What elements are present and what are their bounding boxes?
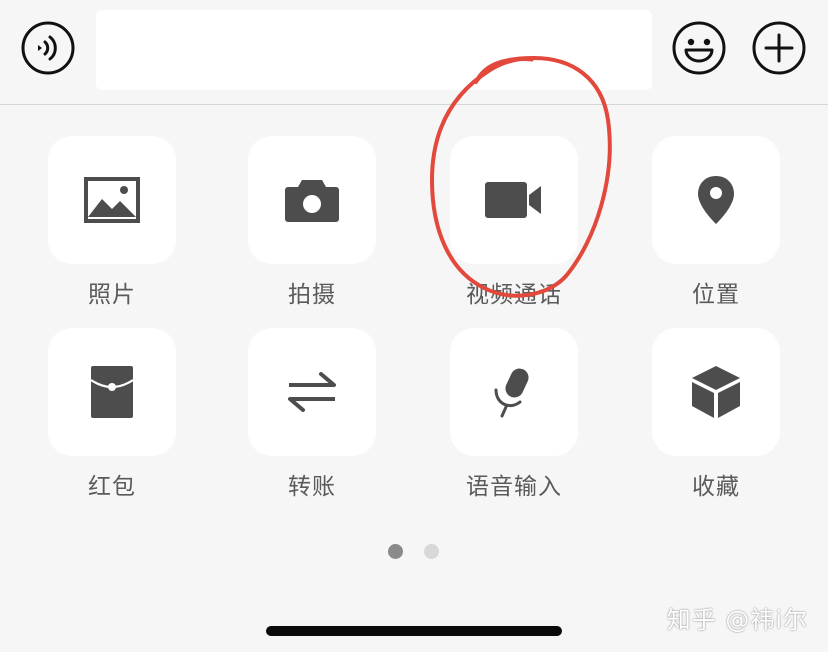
microphone-icon bbox=[494, 368, 529, 418]
transfer-tile[interactable] bbox=[248, 328, 376, 456]
emoji-smile-icon bbox=[672, 21, 726, 75]
chat-more-panel-screen: 照片 拍摄 视频通话 位置 红包 转账 语音输入 收藏 知乎 @祎i尔 bbox=[0, 0, 828, 652]
red-packet-icon bbox=[91, 366, 133, 418]
location-tile[interactable] bbox=[652, 136, 780, 264]
video-call-icon bbox=[485, 182, 541, 218]
video-call-label: 视频通话 bbox=[466, 282, 562, 308]
more-functions-button[interactable] bbox=[751, 20, 807, 76]
voice-icon bbox=[21, 21, 75, 75]
home-indicator[interactable] bbox=[266, 626, 562, 636]
favorites-cube-icon bbox=[692, 366, 740, 418]
emoji-button[interactable] bbox=[671, 20, 727, 76]
voice-input-tile[interactable] bbox=[450, 328, 578, 456]
location-icon bbox=[698, 176, 734, 224]
voice-toggle-button[interactable] bbox=[20, 20, 76, 76]
transfer-icon bbox=[288, 372, 336, 412]
camera-tile[interactable] bbox=[248, 136, 376, 264]
chat-input-bar bbox=[0, 0, 828, 105]
page-dot-active[interactable] bbox=[388, 544, 403, 559]
page-dot-inactive[interactable] bbox=[424, 544, 439, 559]
plus-icon bbox=[752, 21, 806, 75]
photo-label: 照片 bbox=[88, 282, 136, 308]
red-packet-tile[interactable] bbox=[48, 328, 176, 456]
location-label: 位置 bbox=[692, 282, 740, 308]
camera-icon bbox=[285, 180, 339, 222]
camera-label: 拍摄 bbox=[288, 282, 336, 308]
message-input[interactable] bbox=[96, 10, 652, 90]
photo-tile[interactable] bbox=[48, 136, 176, 264]
transfer-label: 转账 bbox=[288, 474, 336, 500]
watermark: 知乎 @祎i尔 bbox=[666, 606, 808, 634]
red-packet-label: 红包 bbox=[88, 474, 136, 500]
voice-input-label: 语音输入 bbox=[466, 474, 562, 500]
photo-icon bbox=[84, 177, 140, 223]
favorites-label: 收藏 bbox=[692, 474, 740, 500]
favorites-tile[interactable] bbox=[652, 328, 780, 456]
video-call-tile[interactable] bbox=[450, 136, 578, 264]
